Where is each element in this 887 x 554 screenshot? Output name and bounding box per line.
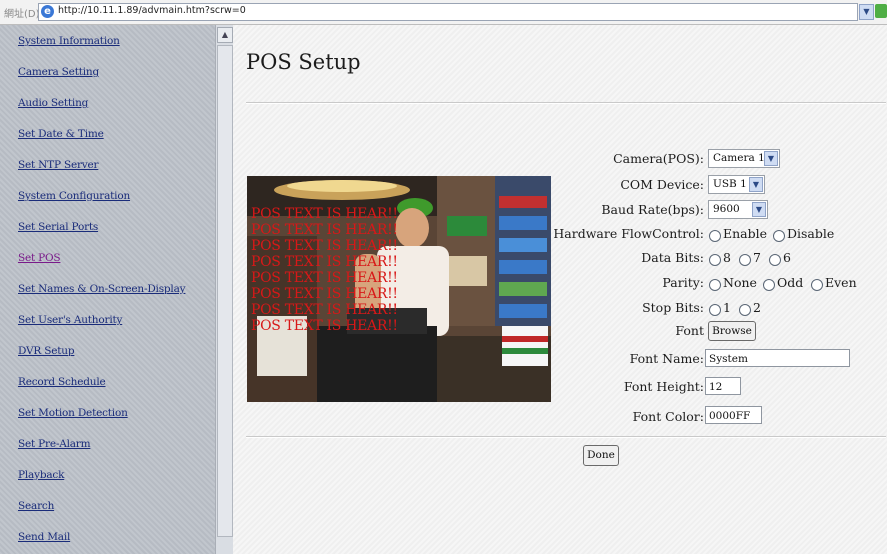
sidebar-item-camera-setting[interactable]: Camera Setting <box>18 66 99 78</box>
sidebar-item-set-pre-alarm[interactable]: Set Pre-Alarm <box>18 438 91 450</box>
done-button[interactable]: Done <box>583 445 619 466</box>
data-bits-6-radio[interactable] <box>769 254 781 266</box>
sidebar-item-set-users-authority[interactable]: Set User's Authority <box>18 314 122 326</box>
url-text: http://10.11.1.89/advmain.htm?scrw=0 <box>58 5 246 16</box>
overlay-line: POS TEXT IS HEAR!! <box>251 222 398 238</box>
font-color-input[interactable]: 0000FF <box>705 406 762 424</box>
sidebar-nav: System Information Camera Setting Audio … <box>0 25 215 554</box>
sidebar-item-send-mail[interactable]: Send Mail <box>18 531 70 543</box>
sidebar-item-dvr-setup[interactable]: DVR Setup <box>18 345 75 357</box>
flow-enable-label: Enable <box>723 226 768 241</box>
stop-bits-2-label: 2 <box>753 300 761 315</box>
camera-pos-label: Camera(POS): <box>613 151 704 166</box>
font-label: Font <box>675 323 704 338</box>
font-height-input[interactable]: 12 <box>705 377 741 395</box>
sidebar-item-set-serial-ports[interactable]: Set Serial Ports <box>18 221 98 233</box>
parity-none-radio[interactable] <box>709 279 721 291</box>
data-bits-8-radio[interactable] <box>709 254 721 266</box>
stop-bits-label: Stop Bits: <box>642 300 704 315</box>
font-color-label: Font Color: <box>632 409 704 424</box>
chevron-down-icon: ▼ <box>764 151 778 166</box>
sidebar-item-search[interactable]: Search <box>18 500 54 512</box>
data-bits-7-radio[interactable] <box>739 254 751 266</box>
data-bits-7-label: 7 <box>753 250 761 265</box>
parity-odd-radio[interactable] <box>763 279 775 291</box>
sidebar-item-set-ntp-server[interactable]: Set NTP Server <box>18 159 99 171</box>
sidebar-item-set-date-time[interactable]: Set Date & Time <box>18 128 104 140</box>
chevron-down-icon: ▼ <box>752 202 766 217</box>
go-button[interactable] <box>875 4 887 18</box>
com-device-select[interactable]: USB 1 ▼ <box>708 175 765 194</box>
flow-disable-radio[interactable] <box>773 230 785 242</box>
data-bits-label: Data Bits: <box>641 250 704 265</box>
com-device-label: COM Device: <box>620 177 704 192</box>
stop-bits-1-label: 1 <box>723 300 731 315</box>
scrollbar-thumb[interactable] <box>217 45 233 537</box>
parity-label: Parity: <box>662 275 704 290</box>
overlay-line: POS TEXT IS HEAR!! <box>251 286 398 302</box>
flow-disable-label: Disable <box>787 226 835 241</box>
scroll-up-arrow-icon[interactable]: ▲ <box>217 27 233 43</box>
font-name-label: Font Name: <box>629 351 704 366</box>
browse-button[interactable]: Browse <box>708 321 756 341</box>
stop-bits-1-radio[interactable] <box>709 304 721 316</box>
sidebar-item-set-names-osd[interactable]: Set Names & On-Screen-Display <box>18 283 186 295</box>
data-bits-8-label: 8 <box>723 250 731 265</box>
flow-control-label: Hardware FlowControl: <box>553 226 704 241</box>
baud-rate-value: 9600 <box>713 203 740 215</box>
page-title: POS Setup <box>246 50 361 74</box>
sidebar-item-set-pos[interactable]: Set POS <box>18 252 61 264</box>
pos-text-overlay: POS TEXT IS HEAR!! POS TEXT IS HEAR!! PO… <box>251 206 398 334</box>
data-bits-6-label: 6 <box>783 250 791 265</box>
overlay-line: POS TEXT IS HEAR!! <box>251 254 398 270</box>
camera-pos-select[interactable]: Camera 1 ▼ <box>708 149 780 168</box>
sidebar-item-audio-setting[interactable]: Audio Setting <box>18 97 88 109</box>
baud-rate-select[interactable]: 9600 ▼ <box>708 200 768 219</box>
divider <box>246 102 886 104</box>
overlay-line: POS TEXT IS HEAR!! <box>251 302 398 318</box>
font-height-label: Font Height: <box>623 379 704 394</box>
main-content: POS Setup POS TEXT IS HEAR!! POS TEXT IS… <box>233 25 887 554</box>
parity-even-radio[interactable] <box>811 279 823 291</box>
flow-enable-radio[interactable] <box>709 230 721 242</box>
parity-even-label: Even <box>825 275 857 290</box>
url-field[interactable]: e http://10.11.1.89/advmain.htm?scrw=0 <box>38 3 858 21</box>
parity-odd-label: Odd <box>777 275 804 290</box>
font-name-input[interactable]: System <box>705 349 850 367</box>
com-device-value: USB 1 <box>713 178 747 190</box>
camera-pos-value: Camera 1 <box>713 152 765 164</box>
overlay-line: POS TEXT IS HEAR!! <box>251 270 398 286</box>
baud-rate-label: Baud Rate(bps): <box>601 202 704 217</box>
address-label: 網址(D) <box>4 9 40 20</box>
stop-bits-2-radio[interactable] <box>739 304 751 316</box>
chevron-down-icon: ▼ <box>749 177 763 192</box>
parity-none-label: None <box>723 275 757 290</box>
overlay-line: POS TEXT IS HEAR!! <box>251 318 398 334</box>
address-bar: 網址(D) e http://10.11.1.89/advmain.htm?sc… <box>0 0 887 25</box>
camera-preview: POS TEXT IS HEAR!! POS TEXT IS HEAR!! PO… <box>247 176 551 402</box>
divider <box>246 436 886 438</box>
sidebar-scrollbar[interactable]: ▲ <box>215 25 233 554</box>
url-dropdown-chevron-icon[interactable]: ▼ <box>859 4 874 20</box>
sidebar-item-system-information[interactable]: System Information <box>18 35 120 47</box>
overlay-line: POS TEXT IS HEAR!! <box>251 206 398 222</box>
sidebar-item-set-motion-detection[interactable]: Set Motion Detection <box>18 407 128 419</box>
browser-page-icon: e <box>41 5 54 18</box>
sidebar-item-system-configuration[interactable]: System Configuration <box>18 190 130 202</box>
sidebar-item-playback[interactable]: Playback <box>18 469 64 481</box>
sidebar-item-record-schedule[interactable]: Record Schedule <box>18 376 106 388</box>
overlay-line: POS TEXT IS HEAR!! <box>251 238 398 254</box>
